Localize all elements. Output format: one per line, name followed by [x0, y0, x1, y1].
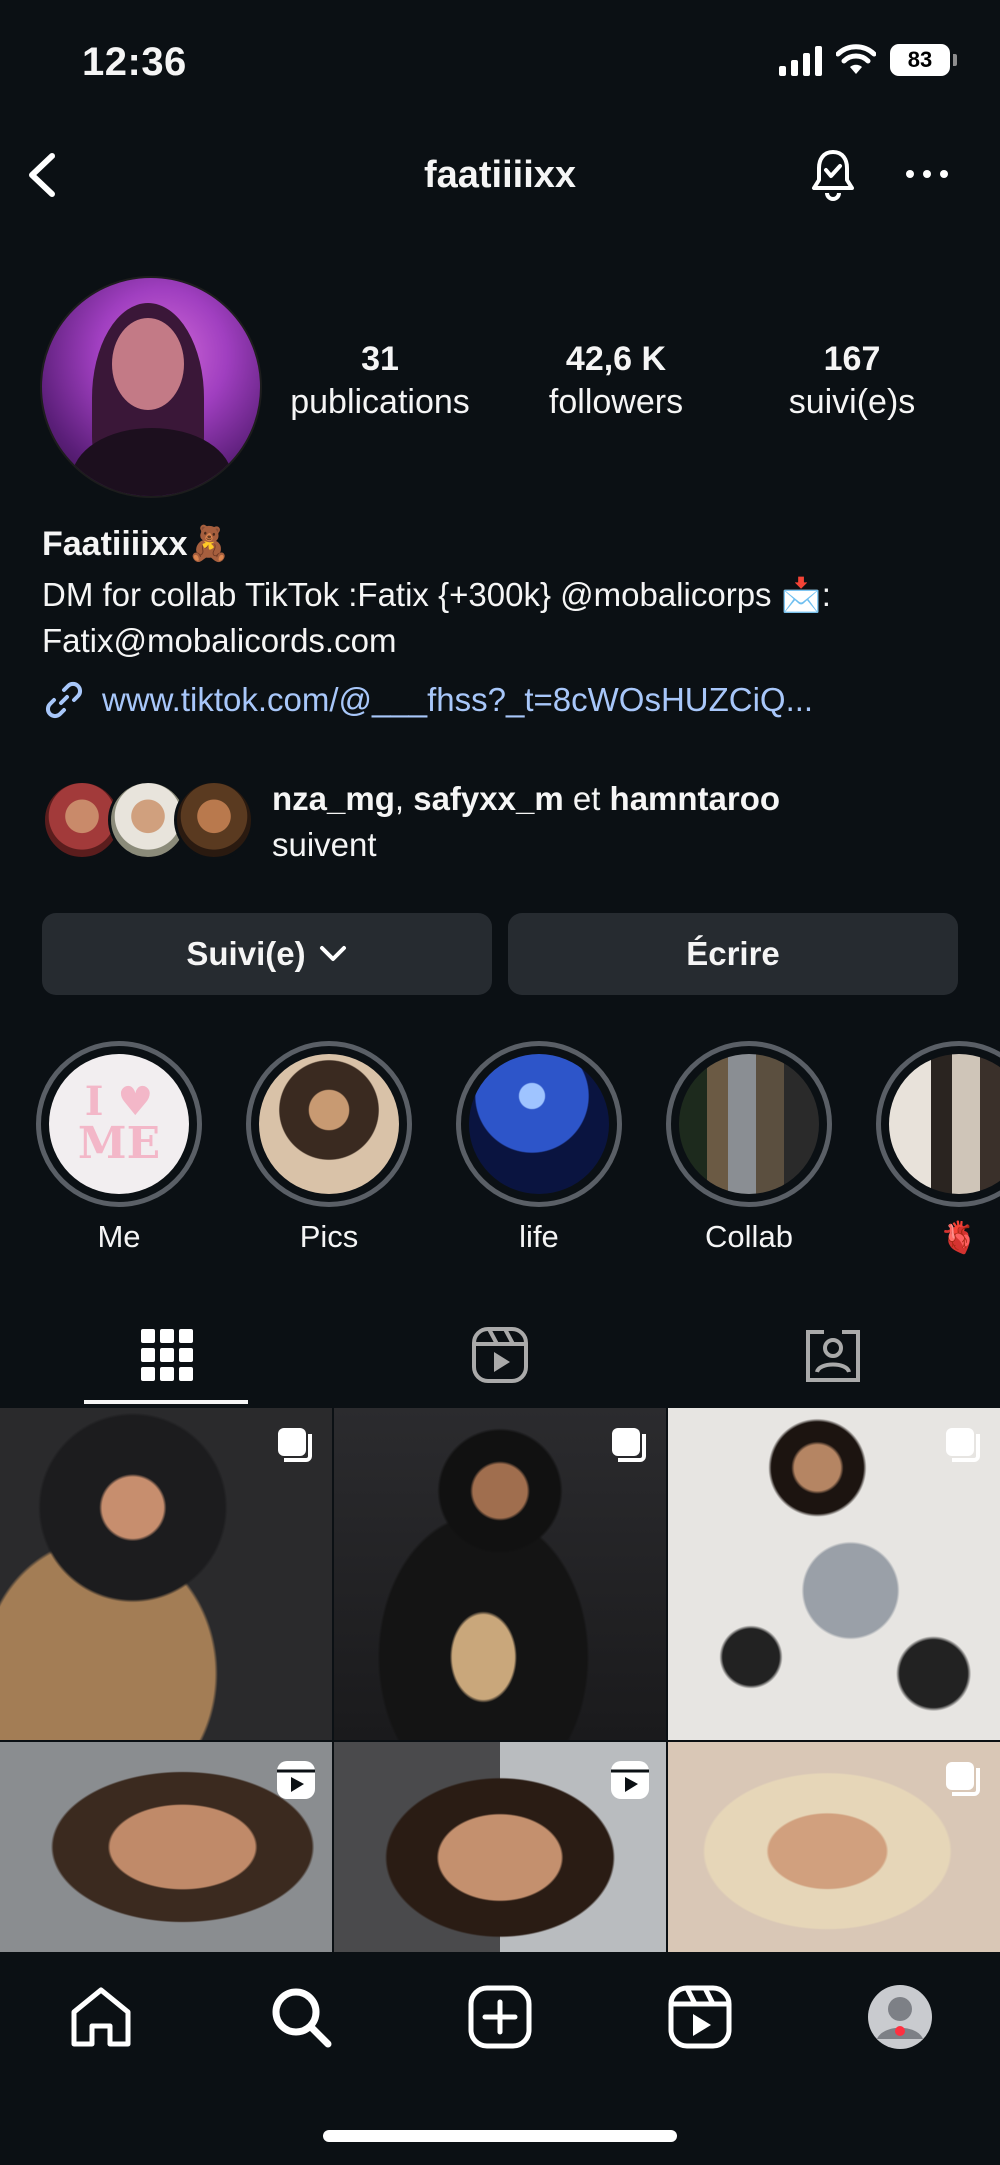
mutual-user-2: safyxx_m: [413, 780, 564, 817]
mutual-user-3: hamntaroo: [609, 780, 781, 817]
status-time: 12:36: [82, 40, 187, 84]
bio-line-1: DM for collab TikTok :Fatix {+300k} @mob…: [42, 576, 831, 613]
mutual-user-1: nza_mg: [272, 780, 395, 817]
display-name: Faatiiiixx🧸: [42, 525, 230, 563]
following-button-label: Suivi(e): [186, 935, 306, 972]
highlight-heart[interactable]: 🫀: [876, 1041, 1000, 1256]
stat-publications[interactable]: 31 publications: [262, 340, 498, 422]
mutual-separator: ,: [394, 780, 414, 817]
wifi-icon: [836, 44, 876, 74]
message-button-label: Écrire: [686, 935, 780, 972]
grid-icon: [140, 1329, 193, 1381]
post-thumbnail[interactable]: [0, 1408, 332, 1740]
reel-icon: [611, 1761, 649, 1799]
home-icon[interactable]: [66, 1982, 136, 2052]
tab-tagged[interactable]: [666, 1305, 999, 1405]
followed-by-text: nza_mg, safyxx_m et hamntaroo suivent: [272, 776, 780, 868]
highlight-label: Collab: [705, 1219, 793, 1254]
stat-value: 167: [823, 340, 881, 378]
highlight-cover: [259, 1054, 399, 1194]
highlight-cover-text-2: ME: [77, 1118, 161, 1169]
carousel-icon: [278, 1428, 312, 1462]
mutual-and: et: [563, 780, 610, 817]
highlight-ring: [246, 1041, 412, 1207]
mutual-avatar-3: [174, 780, 254, 860]
highlight-me[interactable]: I ♥ ME Me: [36, 1041, 202, 1255]
stat-value: 42,6 K: [565, 340, 667, 378]
highlight-cover: [889, 1054, 1000, 1194]
tab-grid[interactable]: [0, 1305, 333, 1405]
mutual-avatars: [42, 780, 254, 862]
profile-avatar[interactable]: [40, 276, 262, 498]
post-thumbnail[interactable]: [668, 1408, 1000, 1740]
bio-line-2: Fatix@mobalicords.com: [42, 622, 397, 659]
stat-label: followers: [548, 383, 684, 421]
search-icon[interactable]: [266, 1982, 336, 2052]
followed-by[interactable]: nza_mg, safyxx_m et hamntaroo suivent: [42, 776, 982, 866]
highlight-cover: [679, 1054, 819, 1194]
stat-following[interactable]: 167 suivi(e)s: [734, 340, 970, 422]
create-icon[interactable]: [465, 1982, 535, 2052]
highlight-label: Me: [97, 1219, 141, 1254]
profile-actions: Suivi(e) Écrire: [42, 913, 958, 995]
bio-link-text: www.tiktok.com/@___fhss?_t=8cWOsHUZCiQ..…: [102, 681, 814, 718]
profile-bio: Faatiiiixx🧸 DM for collab TikTok :Fatix …: [42, 524, 982, 722]
status-bar: 12:36 83: [0, 0, 1000, 120]
post-thumbnail[interactable]: [334, 1408, 666, 1740]
carousel-icon: [612, 1428, 646, 1462]
profile-icon[interactable]: [865, 1982, 935, 2052]
avatar-face-shape: [112, 318, 184, 410]
stat-label: suivi(e)s: [788, 383, 916, 421]
carousel-icon: [946, 1762, 980, 1796]
cellular-signal-icon: [779, 44, 822, 76]
tagged-icon: [805, 1330, 860, 1382]
message-button[interactable]: Écrire: [508, 913, 958, 995]
tab-reels[interactable]: [333, 1305, 666, 1405]
active-tab-indicator: [84, 1400, 248, 1404]
highlight-collab[interactable]: Collab: [666, 1041, 832, 1255]
stat-value: 31: [361, 340, 399, 378]
post-thumbnail[interactable]: [334, 1742, 666, 1952]
profile-tabs: [0, 1305, 1000, 1405]
post-thumbnail[interactable]: [0, 1742, 332, 1952]
bottom-navigation: [0, 1952, 1000, 2165]
story-highlights: I ♥ ME Me Pics life Collab 🫀: [0, 1041, 1000, 1261]
stat-label: publications: [290, 383, 470, 421]
status-icons: 83: [779, 44, 957, 76]
highlight-label: 🫀: [939, 1220, 979, 1255]
highlight-ring: [876, 1041, 1000, 1207]
posts-grid: [0, 1408, 1000, 1952]
profile-stats: 31 publications 42,6 K followers 167 sui…: [262, 340, 1000, 422]
battery-indicator: 83: [890, 44, 957, 76]
highlight-life[interactable]: life: [456, 1041, 622, 1255]
bell-icon[interactable]: [805, 146, 861, 202]
stat-followers[interactable]: 42,6 K followers: [498, 340, 734, 422]
following-button[interactable]: Suivi(e): [42, 913, 492, 995]
post-thumbnail[interactable]: [668, 1742, 1000, 1952]
highlight-label: life: [519, 1219, 559, 1254]
highlight-ring: [456, 1041, 622, 1207]
highlight-cover: [469, 1054, 609, 1194]
reels-icon[interactable]: [665, 1982, 735, 2052]
carousel-icon: [946, 1428, 980, 1462]
home-indicator: [323, 2130, 677, 2142]
reels-icon: [471, 1327, 528, 1383]
bio-link[interactable]: www.tiktok.com/@___fhss?_t=8cWOsHUZCiQ..…: [42, 678, 982, 722]
mutual-suffix: suivent: [272, 826, 377, 863]
link-icon: [45, 681, 83, 719]
highlight-cover: I ♥ ME: [49, 1054, 189, 1194]
profile-header: faatiiiixx: [0, 130, 1000, 220]
notification-dot: [895, 2026, 905, 2036]
reel-icon: [277, 1761, 315, 1799]
highlight-pics[interactable]: Pics: [246, 1041, 412, 1255]
highlight-ring: [666, 1041, 832, 1207]
more-horizontal-icon[interactable]: [902, 154, 952, 194]
highlight-label: Pics: [299, 1219, 359, 1254]
chevron-down-icon: [319, 946, 346, 961]
highlight-ring: I ♥ ME: [36, 1041, 202, 1207]
